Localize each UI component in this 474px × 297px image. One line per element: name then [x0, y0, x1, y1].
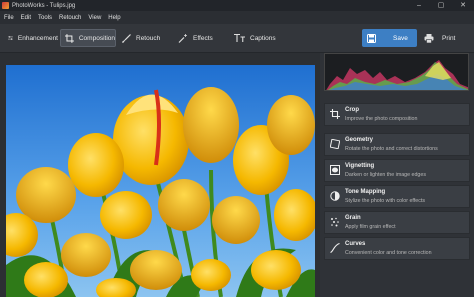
tab-composition[interactable]: Composition	[60, 29, 116, 47]
tool-tone-mapping-desc: Stylize the photo with color effects	[345, 198, 425, 204]
tool-grain-name: Grain	[345, 215, 361, 221]
tab-retouch[interactable]: Retouch	[118, 29, 170, 47]
magic-wand-icon	[178, 33, 187, 43]
curves-icon	[330, 243, 340, 253]
tool-vignetting[interactable]: Vignetting Darken or lighten the image e…	[324, 159, 470, 182]
tab-composition-label: Composition	[78, 34, 115, 42]
menu-tools[interactable]: Tools	[38, 15, 52, 21]
floppy-disk-icon	[367, 33, 376, 43]
tool-geometry[interactable]: Geometry Rotate the photo and correct di…	[324, 133, 470, 156]
tool-grain[interactable]: Grain Apply film grain effect	[324, 211, 470, 234]
tab-captions-label: Captions	[250, 34, 276, 42]
tool-curves[interactable]: Curves Convenient color and tone correct…	[324, 237, 470, 260]
tool-geometry-name: Geometry	[345, 137, 374, 143]
app-logo-icon	[2, 2, 9, 9]
crop-icon	[330, 109, 340, 119]
tab-retouch-label: Retouch	[136, 34, 161, 42]
tool-curves-desc: Convenient color and tone correction	[345, 250, 432, 256]
menu-file[interactable]: File	[4, 15, 14, 21]
print-label: Print	[442, 34, 456, 42]
tool-crop-name: Crop	[345, 107, 359, 113]
window-title: PhotoWorks - Tulips.jpg	[12, 2, 76, 9]
save-label: Save	[393, 34, 408, 42]
print-button[interactable]: Print	[420, 29, 466, 47]
tool-curves-name: Curves	[345, 241, 366, 247]
tool-geometry-desc: Rotate the photo and correct distortions	[345, 146, 438, 152]
tool-crop[interactable]: Crop Improve the photo composition	[324, 103, 470, 126]
crop-icon	[65, 33, 74, 43]
tool-tone-mapping[interactable]: Tone Mapping Stylize the photo with colo…	[324, 185, 470, 208]
tab-enhancement-label: Enhancement	[17, 34, 58, 42]
menu-help[interactable]: Help	[108, 15, 120, 21]
tab-effects[interactable]: Effects	[174, 29, 226, 47]
title-bar: PhotoWorks - Tulips.jpg – ▢ ✕	[0, 0, 474, 11]
menu-edit[interactable]: Edit	[21, 15, 31, 21]
save-button[interactable]: Save	[362, 29, 417, 47]
geometry-icon	[330, 139, 340, 149]
sliders-icon	[8, 36, 13, 40]
tab-enhancement[interactable]: Enhancement	[4, 29, 58, 47]
close-button[interactable]: ✕	[452, 0, 474, 11]
vignette-icon	[330, 165, 340, 175]
photo-tulips[interactable]	[6, 65, 315, 297]
tool-tone-mapping-name: Tone Mapping	[345, 189, 386, 195]
side-panel: Crop Improve the photo composition Geome…	[320, 53, 474, 297]
text-icon	[234, 34, 245, 42]
grain-icon	[331, 217, 339, 227]
brush-icon	[122, 33, 131, 43]
menu-view[interactable]: View	[88, 15, 101, 21]
minimize-button[interactable]: –	[408, 0, 430, 11]
tool-vignetting-name: Vignetting	[345, 163, 375, 169]
tool-vignetting-desc: Darken or lighten the image edges	[345, 172, 426, 178]
maximize-button[interactable]: ▢	[430, 0, 452, 11]
menu-retouch[interactable]: Retouch	[59, 15, 81, 21]
tool-grain-desc: Apply film grain effect	[345, 224, 396, 230]
tab-effects-label: Effects	[193, 34, 213, 42]
printer-icon	[424, 33, 434, 43]
tool-crop-desc: Improve the photo composition	[345, 116, 418, 122]
tab-captions[interactable]: Captions	[230, 29, 284, 47]
menu-bar: File Edit Tools Retouch View Help	[0, 11, 474, 24]
tone-mapping-icon	[330, 191, 340, 201]
window-controls: – ▢ ✕	[408, 0, 474, 11]
toolbar: Enhancement Composition Retouch Effects …	[0, 24, 474, 53]
canvas-area	[0, 53, 320, 297]
histogram	[324, 53, 469, 91]
